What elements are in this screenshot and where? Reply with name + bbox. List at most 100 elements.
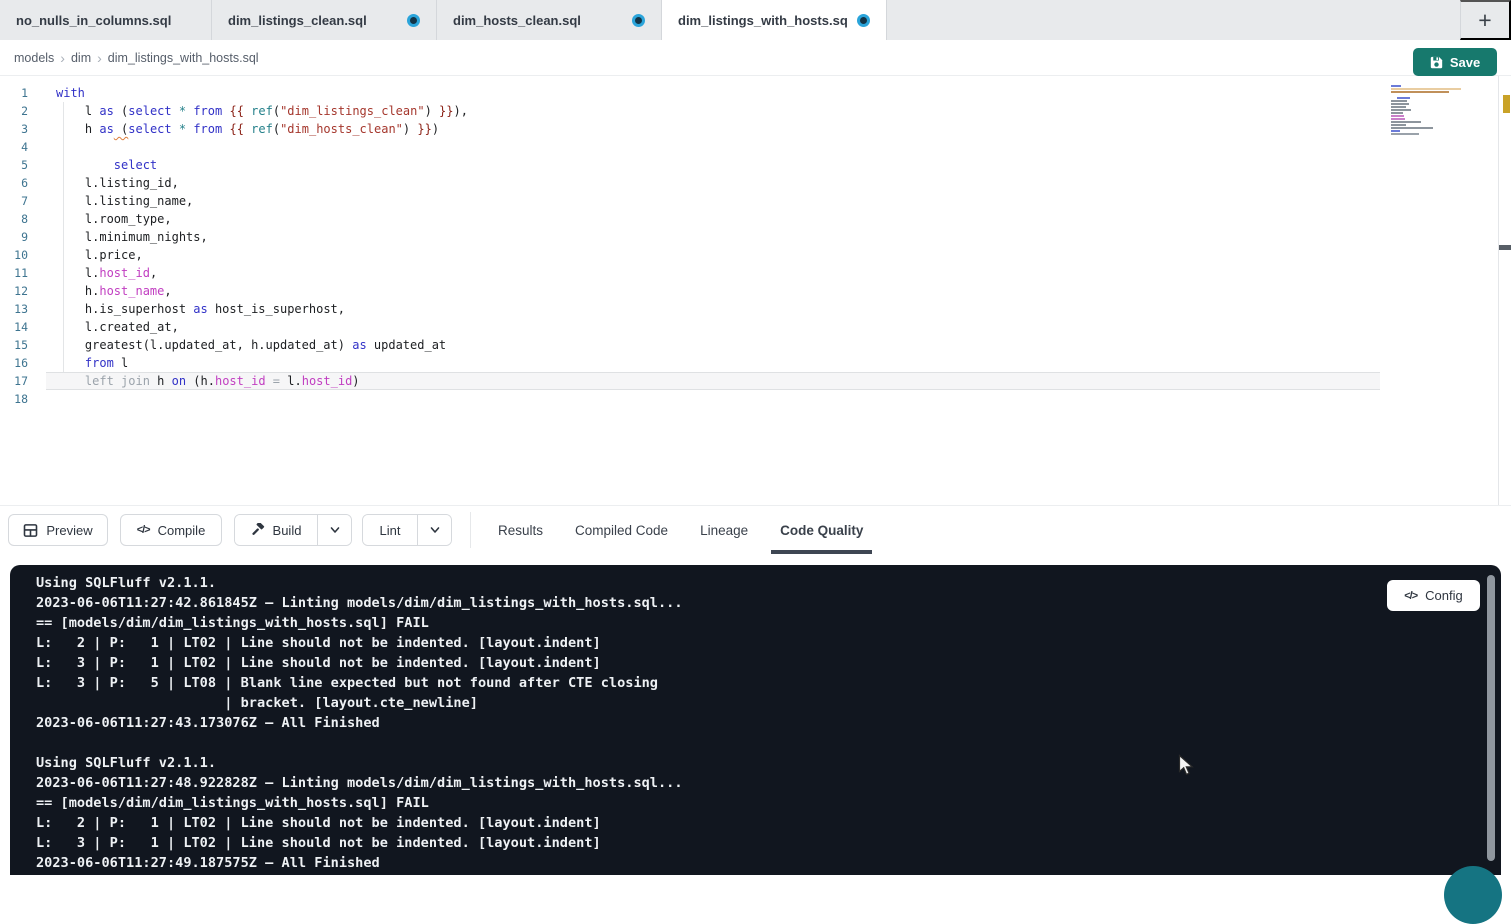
code-line[interactable]: 10 l.price, (0, 246, 1511, 264)
preview-button-label: Preview (46, 523, 92, 538)
build-button[interactable]: Build (235, 515, 318, 545)
breadcrumb-item[interactable]: dim_listings_with_hosts.sql (108, 51, 259, 65)
code-token: , (164, 284, 171, 298)
code-token: ( (273, 104, 280, 118)
code-line[interactable]: 16 from l (0, 354, 1511, 372)
code-line[interactable]: 5 select (0, 156, 1511, 174)
code-line[interactable]: 6 l.listing_id, (0, 174, 1511, 192)
modified-dot-icon (857, 14, 870, 27)
code-token: {{ (229, 104, 243, 118)
lint-dropdown-button[interactable] (418, 515, 451, 545)
editor-file-tab[interactable]: dim_hosts_clean.sql (437, 0, 662, 40)
save-button[interactable]: Save (1413, 48, 1497, 76)
code-line[interactable]: 2 l as (select * from {{ ref("dim_listin… (0, 102, 1511, 120)
code-token: ref (251, 104, 273, 118)
minimap[interactable] (1391, 85, 1465, 136)
code-token: l (56, 104, 99, 118)
file-tab-label: dim_listings_with_hosts.sql (678, 13, 847, 28)
minimap-line (1391, 88, 1465, 90)
file-tab-label: dim_listings_clean.sql (228, 13, 397, 28)
code-line[interactable]: 11 l.host_id, (0, 264, 1511, 282)
code-token: greatest(l.updated_at, h.updated_at) (56, 338, 352, 352)
code-line[interactable]: 1with (0, 84, 1511, 102)
config-button[interactable]: </> Config (1387, 580, 1480, 611)
terminal-scrollbar[interactable] (1487, 575, 1495, 861)
code-line[interactable]: 12 h.host_name, (0, 282, 1511, 300)
line-number: 1 (0, 84, 28, 102)
file-tab-label: dim_hosts_clean.sql (453, 13, 622, 28)
line-number: 13 (0, 300, 28, 318)
panel-tab-results[interactable]: Results (497, 506, 544, 554)
code-token: h.is_superhost (56, 302, 193, 316)
panel-tab-compiled-code[interactable]: Compiled Code (574, 506, 669, 554)
breadcrumb-separator-icon: › (60, 50, 65, 66)
line-number: 14 (0, 318, 28, 336)
line-number: 12 (0, 282, 28, 300)
code-line[interactable]: 17 left join h on (h.host_id = l.host_id… (0, 372, 1511, 390)
code-token: ) (425, 104, 439, 118)
lint-button[interactable]: Lint (363, 515, 418, 545)
terminal-line: == [models/dim/dim_listings_with_hosts.s… (36, 613, 683, 633)
minimap-line (1391, 109, 1465, 111)
terminal-line: L: 3 | P: 1 | LT02 | Line should not be … (36, 833, 683, 853)
code-line[interactable]: 3 h as (select * from {{ ref("dim_hosts_… (0, 120, 1511, 138)
code-token: }} (439, 104, 453, 118)
line-number: 9 (0, 228, 28, 246)
code-token (56, 374, 85, 388)
code-token: as (99, 122, 113, 136)
editor-file-tab[interactable]: no_nulls_in_columns.sql (0, 0, 212, 40)
code-token: from (193, 122, 222, 136)
code-token: l.minimum_nights, (56, 230, 208, 244)
minimap-line (1391, 133, 1465, 135)
code-text: h.is_superhost as host_is_superhost, (46, 300, 1380, 318)
breadcrumb-item[interactable]: models (14, 51, 54, 65)
code-line[interactable]: 4 (0, 138, 1511, 156)
panel-tab-lineage[interactable]: Lineage (699, 506, 749, 554)
code-text: l.host_id, (46, 264, 1380, 282)
table-grid-icon (23, 523, 38, 538)
code-token (172, 122, 179, 136)
panel-tab-code-quality[interactable]: Code Quality (779, 506, 864, 554)
terminal-panel[interactable]: Using SQLFluff v2.1.1.2023-06-06T11:27:4… (10, 565, 1501, 875)
terminal-line: 2023-06-06T11:27:49.187575Z — All Finish… (36, 853, 683, 873)
chevron-down-icon (329, 524, 341, 536)
minimap-line (1391, 112, 1465, 114)
breadcrumb-item[interactable]: dim (71, 51, 91, 65)
code-token: from (85, 356, 114, 370)
code-token: as (99, 104, 113, 118)
line-number: 10 (0, 246, 28, 264)
editor-file-tab[interactable]: dim_listings_clean.sql (212, 0, 437, 40)
overview-ruler-cursor-marker[interactable] (1499, 245, 1511, 250)
code-token (172, 104, 179, 118)
line-number: 7 (0, 192, 28, 210)
new-tab-button[interactable]: + (1460, 0, 1511, 40)
code-text: l.listing_name, (46, 192, 1380, 210)
editor-toolbar: Preview </> Compile Build Lint Results Co… (0, 505, 1511, 553)
code-line[interactable]: 8 l.room_type, (0, 210, 1511, 228)
code-line[interactable]: 9 l.minimum_nights, (0, 228, 1511, 246)
code-line[interactable]: 13 h.is_superhost as host_is_superhost, (0, 300, 1511, 318)
preview-button[interactable]: Preview (8, 514, 108, 546)
compile-button-label: Compile (158, 523, 206, 538)
code-line[interactable]: 7 l.listing_name, (0, 192, 1511, 210)
code-token: from (193, 104, 222, 118)
line-number: 2 (0, 102, 28, 120)
code-token: l.listing_name, (56, 194, 193, 208)
build-dropdown-button[interactable] (318, 515, 351, 545)
build-button-group: Build (234, 514, 352, 546)
code-text (46, 390, 1380, 408)
code-token: l.created_at, (56, 320, 179, 334)
code-line[interactable]: 15 greatest(l.updated_at, h.updated_at) … (0, 336, 1511, 354)
code-text: l.listing_id, (46, 174, 1380, 192)
minimap-line (1391, 94, 1465, 96)
code-token: as (352, 338, 366, 352)
code-editor[interactable]: 1with2 l as (select * from {{ ref("dim_l… (0, 76, 1511, 505)
code-line[interactable]: 18 (0, 390, 1511, 408)
code-token: select (128, 122, 171, 136)
code-token: "dim_hosts_clean" (280, 122, 403, 136)
terminal-output: Using SQLFluff v2.1.1.2023-06-06T11:27:4… (36, 573, 683, 873)
compile-button[interactable]: </> Compile (120, 514, 222, 546)
line-number: 6 (0, 174, 28, 192)
code-line[interactable]: 14 l.created_at, (0, 318, 1511, 336)
editor-file-tab[interactable]: dim_listings_with_hosts.sql (662, 0, 887, 40)
